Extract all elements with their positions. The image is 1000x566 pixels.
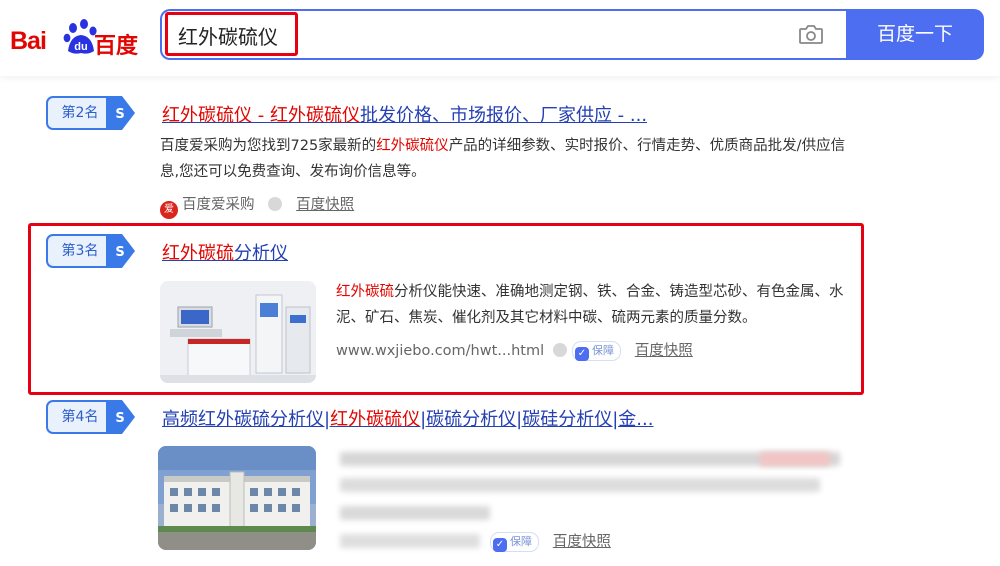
- rank-label: 第4名: [46, 400, 114, 434]
- title-keyword: 红外碳硫仪: [162, 105, 252, 126]
- info-icon[interactable]: [553, 343, 568, 357]
- title-keyword: 红外碳硫: [162, 243, 234, 264]
- title-text: |碳硫分析仪|碳硅分析仪|金...: [420, 409, 654, 430]
- title-keyword: 红外碳硫仪: [330, 409, 421, 430]
- rank-arrow-icon: S: [106, 234, 135, 268]
- desc-keyword: 红外碳硫仪: [376, 138, 449, 154]
- rank-label: 第3名: [46, 234, 114, 268]
- shield-check-icon: ✓: [493, 538, 507, 552]
- svg-text:S: S: [115, 411, 124, 426]
- result-meta-4: ✓ 保障 百度快照: [490, 530, 611, 552]
- factory-image: [158, 446, 316, 550]
- shield-check-icon: ✓: [574, 347, 589, 361]
- title-separator: -: [252, 105, 270, 126]
- badge-label: 保障: [591, 344, 614, 357]
- rank-arrow-icon: S: [106, 400, 135, 434]
- guarantee-badge[interactable]: ✓ 保障: [571, 341, 621, 361]
- result-title-2[interactable]: 红外碳硫仪 - 红外碳硫仪批发价格、市场报价、厂家供应 - ...: [162, 101, 647, 127]
- logo-text: Bai: [10, 27, 47, 55]
- baidu-logo[interactable]: Bai du 百度: [10, 18, 140, 59]
- snapshot-link[interactable]: 百度快照: [553, 534, 611, 550]
- result-title-3[interactable]: 红外碳硫分析仪: [162, 239, 288, 265]
- rank-badge-3: 第3名 S: [46, 234, 135, 268]
- search-button[interactable]: 百度一下: [846, 9, 984, 60]
- svg-text:S: S: [115, 245, 124, 260]
- result-meta-3: www.wxjiebo.com/hwt...html ✓ 保障 百度快照: [336, 339, 693, 361]
- rank-label: 第2名: [46, 96, 114, 130]
- result-url[interactable]: www.wxjiebo.com/hwt...html: [336, 343, 544, 359]
- result-thumbnail-4[interactable]: [158, 446, 316, 550]
- info-icon[interactable]: [268, 197, 283, 211]
- header: Bai du 百度 红外碳硫仪 百度一下: [0, 0, 1000, 76]
- analyzer-image: [160, 281, 316, 383]
- result-desc-2: 百度爱采购为您找到725家最新的红外碳硫仪产品的详细参数、实时报价、行情走势、优…: [160, 133, 850, 185]
- title-text: 批发价格、市场报价、厂家供应 - ...: [359, 105, 648, 126]
- camera-icon[interactable]: [798, 23, 824, 45]
- title-text: 分析仪: [234, 243, 288, 264]
- result-desc-3: 红外碳硫分析仪能快速、准确地测定钢、铁、合金、铸造型芯砂、有色金属、水泥、矿石、…: [336, 279, 856, 331]
- desc-keyword: 红外碳硫: [336, 284, 394, 300]
- logo-cn-text: 百度: [94, 34, 139, 59]
- title-text: 高频红外碳硫分析仪|: [162, 409, 331, 430]
- rank-badge-4: 第4名 S: [46, 400, 135, 434]
- search-input[interactable]: 红外碳硫仪: [178, 21, 278, 50]
- guarantee-badge[interactable]: ✓ 保障: [490, 532, 539, 552]
- logo-du-text: du: [74, 41, 87, 53]
- result-thumbnail-3[interactable]: [160, 281, 316, 383]
- desc-text: 分析仪能快速、准确地测定钢、铁、合金、铸造型芯砂、有色金属、水泥、矿石、焦炭、催…: [336, 284, 844, 326]
- result-title-4[interactable]: 高频红外碳硫分析仪|红外碳硫仪|碳硫分析仪|碳硅分析仪|金...: [162, 405, 653, 431]
- snapshot-link[interactable]: 百度快照: [296, 197, 354, 213]
- title-keyword: 红外碳硫仪: [269, 105, 360, 126]
- result-meta-2: 爱百度爱采购 百度快照: [160, 193, 354, 219]
- svg-text:S: S: [115, 107, 124, 122]
- rank-badge-2: 第2名 S: [46, 96, 135, 130]
- aicaigou-icon: 爱: [160, 201, 178, 219]
- desc-text: 百度爱采购为您找到725家最新的: [160, 138, 377, 154]
- snapshot-link[interactable]: 百度快照: [635, 343, 693, 359]
- source-name[interactable]: 百度爱采购: [182, 197, 255, 213]
- badge-label: 保障: [510, 535, 532, 548]
- rank-arrow-icon: S: [106, 96, 135, 130]
